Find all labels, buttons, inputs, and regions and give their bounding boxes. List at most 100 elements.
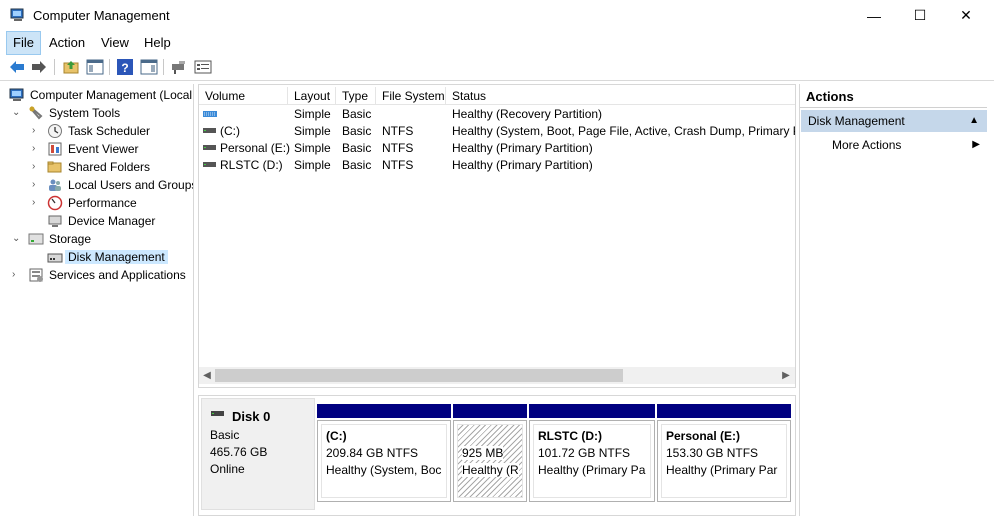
- show-hide-tree-icon[interactable]: [86, 58, 104, 76]
- more-actions-label: More Actions: [832, 138, 902, 152]
- volume-layout: Simple: [294, 158, 331, 172]
- collapse-up-icon[interactable]: ▲: [969, 110, 979, 132]
- tree-item-disk-management[interactable]: Disk Management: [0, 248, 193, 266]
- table-row[interactable]: RLSTC (D:) Simple Basic NTFS Healthy (Pr…: [199, 157, 795, 174]
- tree-item-performance[interactable]: › Performance: [0, 194, 193, 212]
- tree-item-services-and-applications[interactable]: › Services and Applications: [0, 266, 193, 284]
- tree-item-label: Event Viewer: [68, 142, 139, 156]
- volume-type: Basic: [342, 124, 372, 138]
- menu-file[interactable]: File: [6, 31, 41, 55]
- tree-item-event-viewer[interactable]: › Event Viewer: [0, 140, 193, 158]
- partition-e[interactable]: Personal (E:) 153.30 GB NTFS Healthy (Pr…: [657, 404, 791, 504]
- actions-pane: Actions Disk Management ▲ More Actions ▶: [799, 84, 988, 516]
- disk-info-panel[interactable]: Disk 0 Basic 465.76 GB Online: [201, 398, 315, 510]
- scroll-left-icon[interactable]: ◀: [200, 368, 214, 383]
- tree-item-label: Storage: [49, 232, 92, 246]
- performance-icon: [47, 195, 63, 211]
- close-icon: ✕: [960, 7, 972, 23]
- back-icon[interactable]: [8, 58, 26, 76]
- scrollbar-thumb[interactable]: [215, 369, 623, 382]
- connect-icon[interactable]: [170, 58, 188, 76]
- scroll-right-icon[interactable]: ▶: [779, 368, 793, 383]
- window-title: Computer Management: [33, 8, 170, 23]
- table-row[interactable]: (C:) Simple Basic NTFS Healthy (System, …: [199, 123, 795, 140]
- partition-recovery[interactable]: 925 MB Healthy (R: [453, 404, 527, 504]
- close-button[interactable]: ✕: [943, 0, 989, 31]
- volume-name: Personal (E:): [220, 141, 291, 155]
- svg-text:?: ?: [121, 61, 128, 75]
- column-header-file-system[interactable]: File System: [376, 87, 446, 105]
- volume-status: Healthy (Recovery Partition): [452, 107, 603, 121]
- volume-type: Basic: [342, 141, 372, 155]
- forward-icon[interactable]: [30, 58, 48, 76]
- volume-type: Basic: [342, 158, 372, 172]
- actions-section-disk-management[interactable]: Disk Management ▲: [801, 110, 987, 132]
- minimize-button[interactable]: —: [851, 0, 897, 31]
- expand-icon[interactable]: ›: [32, 179, 42, 191]
- partition-size: 925 MB: [462, 446, 504, 460]
- expand-icon[interactable]: ›: [32, 161, 42, 173]
- partition-size: 209.84 GB NTFS: [326, 446, 419, 460]
- toolbar: ?: [0, 55, 994, 81]
- partition-bar: [453, 404, 527, 418]
- column-header-volume[interactable]: Volume: [199, 87, 288, 105]
- partition-bar: [657, 404, 791, 418]
- volume-file-system: NTFS: [382, 141, 414, 155]
- computer-management-icon: [10, 8, 24, 21]
- storage-icon: [28, 233, 44, 245]
- event-viewer-icon: [48, 142, 62, 156]
- volume-layout: Simple: [294, 124, 331, 138]
- tree-item-system-tools[interactable]: ⌄ System Tools: [0, 104, 193, 122]
- show-hide-action-pane-icon[interactable]: [140, 58, 158, 76]
- disk-size: 465.76 GB: [210, 445, 268, 459]
- expand-icon[interactable]: ›: [12, 269, 22, 281]
- volume-status: Healthy (Primary Partition): [452, 141, 593, 155]
- tree-item-storage[interactable]: ⌄ Storage: [0, 230, 193, 248]
- collapse-icon[interactable]: ⌄: [12, 233, 22, 245]
- menu-help[interactable]: Help: [138, 31, 177, 55]
- toolbar-separator: [54, 59, 55, 75]
- menu-view[interactable]: View: [95, 31, 135, 55]
- expand-icon[interactable]: ›: [32, 143, 42, 155]
- up-folder-icon[interactable]: [62, 58, 80, 76]
- column-header-layout[interactable]: Layout: [288, 87, 336, 105]
- volume-file-system: NTFS: [382, 158, 414, 172]
- partition-bar: [317, 404, 451, 418]
- window-edge: [987, 84, 994, 516]
- horizontal-scrollbar[interactable]: ◀ ▶: [199, 367, 795, 384]
- maximize-button[interactable]: ☐: [897, 0, 943, 31]
- volume-layout: Simple: [294, 107, 331, 121]
- drive-icon: [203, 162, 216, 167]
- expand-icon[interactable]: ›: [32, 197, 42, 209]
- table-row[interactable]: Personal (E:) Simple Basic NTFS Healthy …: [199, 140, 795, 157]
- tree-item-device-manager[interactable]: Device Manager: [0, 212, 193, 230]
- column-header-type[interactable]: Type: [336, 87, 376, 105]
- partition-d[interactable]: RLSTC (D:) 101.72 GB NTFS Healthy (Prima…: [529, 404, 655, 504]
- more-actions-item[interactable]: More Actions ▶: [800, 135, 988, 155]
- table-row[interactable]: Simple Basic Healthy (Recovery Partition…: [199, 106, 795, 123]
- volume-layout: Simple: [294, 141, 331, 155]
- partition-size: 101.72 GB NTFS: [538, 446, 631, 460]
- help-icon[interactable]: ?: [116, 58, 134, 76]
- disk-name: Disk 0: [232, 409, 271, 424]
- local-users-icon: [49, 179, 61, 191]
- tree-item-task-scheduler[interactable]: › Task Scheduler: [0, 122, 193, 140]
- column-header-status[interactable]: Status: [446, 87, 795, 105]
- services-icon: [29, 268, 43, 282]
- volume-status: Healthy (Primary Partition): [452, 158, 593, 172]
- collapse-icon[interactable]: ⌄: [12, 107, 22, 119]
- tree-item-label: Computer Management (Local: [30, 88, 193, 102]
- actions-section-label: Disk Management: [808, 114, 905, 128]
- properties-icon[interactable]: [194, 58, 212, 76]
- expand-icon[interactable]: ›: [32, 125, 42, 137]
- task-scheduler-icon: [48, 124, 62, 138]
- tree-item-label: Services and Applications: [49, 268, 186, 282]
- menu-action[interactable]: Action: [43, 31, 91, 55]
- tree-item-local-users-and-groups[interactable]: › Local Users and Groups: [0, 176, 193, 194]
- tree-item-computer-management[interactable]: Computer Management (Local: [0, 86, 193, 104]
- tree-item-shared-folders[interactable]: › Shared Folders: [0, 158, 193, 176]
- volume-name: (C:): [220, 124, 240, 138]
- disk-management-icon: [47, 253, 63, 263]
- partition-c[interactable]: (C:) 209.84 GB NTFS Healthy (System, Boc: [317, 404, 451, 504]
- partition-bar: [529, 404, 655, 418]
